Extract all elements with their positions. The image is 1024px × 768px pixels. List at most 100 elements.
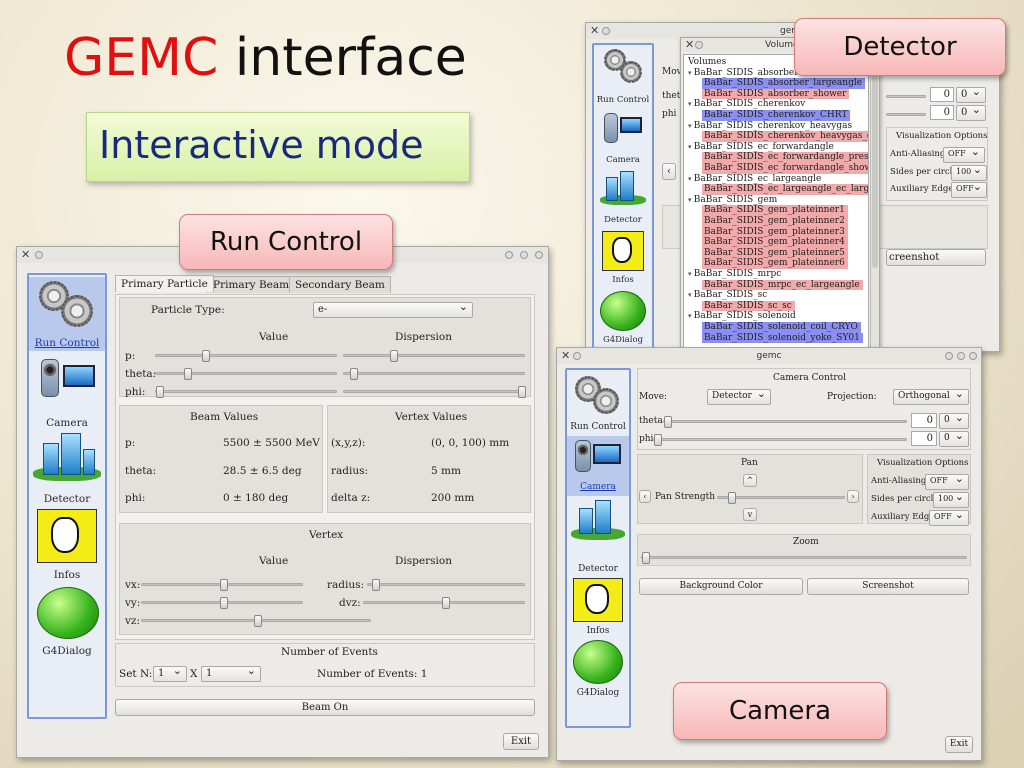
camera-phi-spin[interactable]: 0	[911, 431, 937, 446]
run-btn-2-icon[interactable]	[520, 251, 528, 259]
tree-row[interactable]: BaBar_SIDIS_absorber	[686, 68, 802, 79]
tab-primary-particle[interactable]: Primary Particle	[115, 275, 214, 292]
radius-slider[interactable]	[367, 579, 525, 591]
nav-run-control[interactable]: Run Control	[594, 45, 652, 107]
vz-slider[interactable]	[141, 615, 371, 627]
vx-slider[interactable]	[141, 579, 303, 591]
detector-screenshot-button[interactable]: creenshot	[886, 249, 986, 266]
vx-knob[interactable]	[220, 579, 228, 591]
tree-row[interactable]: BaBar_SIDIS_cherenkov	[686, 99, 808, 110]
run-minimize-icon[interactable]	[35, 251, 43, 259]
tab-secondary-beam[interactable]: Secondary Beam	[289, 276, 391, 293]
nav-camera[interactable]: Camera	[567, 436, 629, 496]
zoom-slider[interactable]	[641, 552, 967, 564]
tree-row[interactable]: BaBar_SIDIS_sc_sc	[702, 300, 795, 312]
camera-vis-combo-aa[interactable]: OFF	[925, 474, 969, 490]
tree-row[interactable]: BaBar_SIDIS_gem_plateinner5	[702, 247, 848, 259]
detector-vis-combo-aa[interactable]: OFF	[943, 147, 985, 163]
camera-close-icon[interactable]: ✕	[561, 348, 570, 364]
nav-g4dialog[interactable]: G4Dialog	[29, 585, 105, 659]
p-value-knob[interactable]	[202, 350, 210, 362]
tree-row[interactable]: Volumes	[686, 57, 729, 68]
camera-theta-spin[interactable]: 0	[911, 413, 937, 428]
tree-row[interactable]: BaBar_SIDIS_ec_forwardangle_shower	[702, 163, 868, 174]
tree-row[interactable]: BaBar_SIDIS_gem_plateinner2	[702, 216, 848, 227]
tree-row[interactable]: BaBar_SIDIS_ec_largeangle_ec_largeangle	[702, 184, 868, 195]
theta-value-knob[interactable]	[184, 368, 192, 380]
camera-exit-button[interactable]: Exit	[945, 736, 973, 753]
camera-btn-1-icon[interactable]	[945, 352, 953, 360]
camera-btn-2-icon[interactable]	[957, 352, 965, 360]
close-icon[interactable]: ✕	[590, 23, 599, 39]
nav-g4dialog[interactable]: G4Dialog	[594, 289, 652, 347]
dvz-knob[interactable]	[442, 597, 450, 609]
multiplier-combo[interactable]: 1	[201, 666, 261, 682]
phi-dispersion-slider[interactable]	[343, 386, 526, 398]
run-btn-1-icon[interactable]	[505, 251, 513, 259]
particle-type-combo[interactable]: e-	[313, 302, 473, 318]
vy-knob[interactable]	[220, 597, 228, 609]
phi-value-slider[interactable]	[155, 386, 337, 398]
minimize-icon[interactable]	[602, 27, 610, 35]
tree-close-icon[interactable]: ✕	[685, 38, 694, 52]
nav-camera[interactable]: Camera	[594, 109, 652, 167]
tree-row[interactable]: BaBar_SIDIS_gem_plateinner4	[702, 237, 848, 248]
nav-infos[interactable]: Infos	[567, 578, 629, 638]
nav-run-control[interactable]: Run Control	[29, 277, 105, 351]
tree-row[interactable]: BaBar_SIDIS_mrpc_ec_largeangle	[702, 279, 863, 291]
tree-row[interactable]: BaBar_SIDIS_ec_forwardangle	[686, 142, 837, 153]
detector-phi-combo[interactable]: 0	[956, 105, 986, 121]
tree-row[interactable]: BaBar_SIDIS_solenoid	[686, 311, 799, 322]
run-btn-3-icon[interactable]	[535, 251, 543, 259]
tree-row[interactable]: BaBar_SIDIS_gem_plateinner3	[702, 226, 848, 238]
tree-row[interactable]: BaBar_SIDIS_ec_largeangle	[686, 174, 824, 185]
tree-row[interactable]: BaBar_SIDIS_gem_plateinner6	[702, 258, 848, 269]
tree-row[interactable]: BaBar_SIDIS_solenoid_coil_CRYO	[702, 322, 861, 333]
pan-strength-slider[interactable]	[717, 492, 845, 504]
theta-dispersion-knob[interactable]	[350, 368, 358, 380]
tree-row[interactable]: BaBar_SIDIS_absorber_largeangle	[702, 78, 866, 89]
tree-minimize-icon[interactable]	[695, 41, 703, 49]
detector-pan-left-button[interactable]: ‹	[662, 163, 676, 180]
p-dispersion-slider[interactable]	[343, 350, 525, 362]
detector-theta-slider[interactable]	[886, 95, 926, 98]
radius-knob[interactable]	[372, 579, 380, 591]
nav-run-control[interactable]: Run Control	[567, 372, 629, 434]
set-n-combo[interactable]: 1	[153, 666, 187, 682]
camera-theta-knob[interactable]	[664, 416, 672, 428]
tree-row[interactable]: BaBar_SIDIS_cherenkov_heavygas_chere...	[702, 131, 868, 142]
tree-scrollbar[interactable]	[870, 54, 879, 351]
tree-row[interactable]: BaBar_SIDIS_absorber_shower	[702, 88, 850, 100]
detector-theta-spin[interactable]: 0	[930, 87, 954, 102]
p-value-slider[interactable]	[155, 350, 337, 362]
vz-knob[interactable]	[254, 615, 262, 627]
nav-detector[interactable]: Detector	[567, 498, 629, 574]
projection-combo[interactable]: Orthogonal	[893, 389, 969, 405]
camera-screenshot-button[interactable]: Screenshot	[807, 578, 969, 595]
dvz-slider[interactable]	[363, 597, 525, 609]
pan-left-button[interactable]: ‹	[639, 490, 651, 503]
nav-detector[interactable]: Detector	[594, 169, 652, 227]
tree-row[interactable]: BaBar_SIDIS_cherenkov_CHRT	[702, 110, 851, 121]
phi-value-knob[interactable]	[156, 386, 164, 398]
nav-infos[interactable]: Infos	[594, 229, 652, 287]
nav-camera[interactable]: Camera	[29, 355, 105, 429]
camera-theta-combo[interactable]: 0	[939, 413, 969, 429]
tree-row[interactable]: BaBar_SIDIS_cherenkov_heavygas	[686, 121, 855, 132]
camera-vis-combo-sides[interactable]: 100	[933, 492, 969, 508]
tree-scrollbar-thumb[interactable]	[872, 58, 878, 268]
camera-vis-combo-aux[interactable]: OFF	[929, 510, 969, 526]
nav-infos[interactable]: Infos	[29, 507, 105, 581]
beam-on-button[interactable]: Beam On	[115, 699, 535, 716]
tree-row[interactable]: BaBar_SIDIS_gem	[686, 195, 780, 206]
tree-row[interactable]: BaBar_SIDIS_gem_plateinner1	[702, 205, 848, 216]
tree-row[interactable]: BaBar_SIDIS_mrpc	[686, 269, 784, 280]
detector-phi-spin[interactable]: 0	[930, 105, 954, 120]
move-combo[interactable]: Detector	[707, 389, 771, 405]
run-exit-button[interactable]: Exit	[503, 733, 539, 750]
nav-detector[interactable]: Detector	[29, 431, 105, 505]
detector-vis-combo-aux[interactable]: OFF	[951, 182, 987, 198]
camera-phi-combo[interactable]: 0	[939, 431, 969, 447]
pan-up-button[interactable]: ^	[743, 474, 757, 487]
tree-row[interactable]: BaBar_SIDIS_sc	[686, 290, 770, 301]
